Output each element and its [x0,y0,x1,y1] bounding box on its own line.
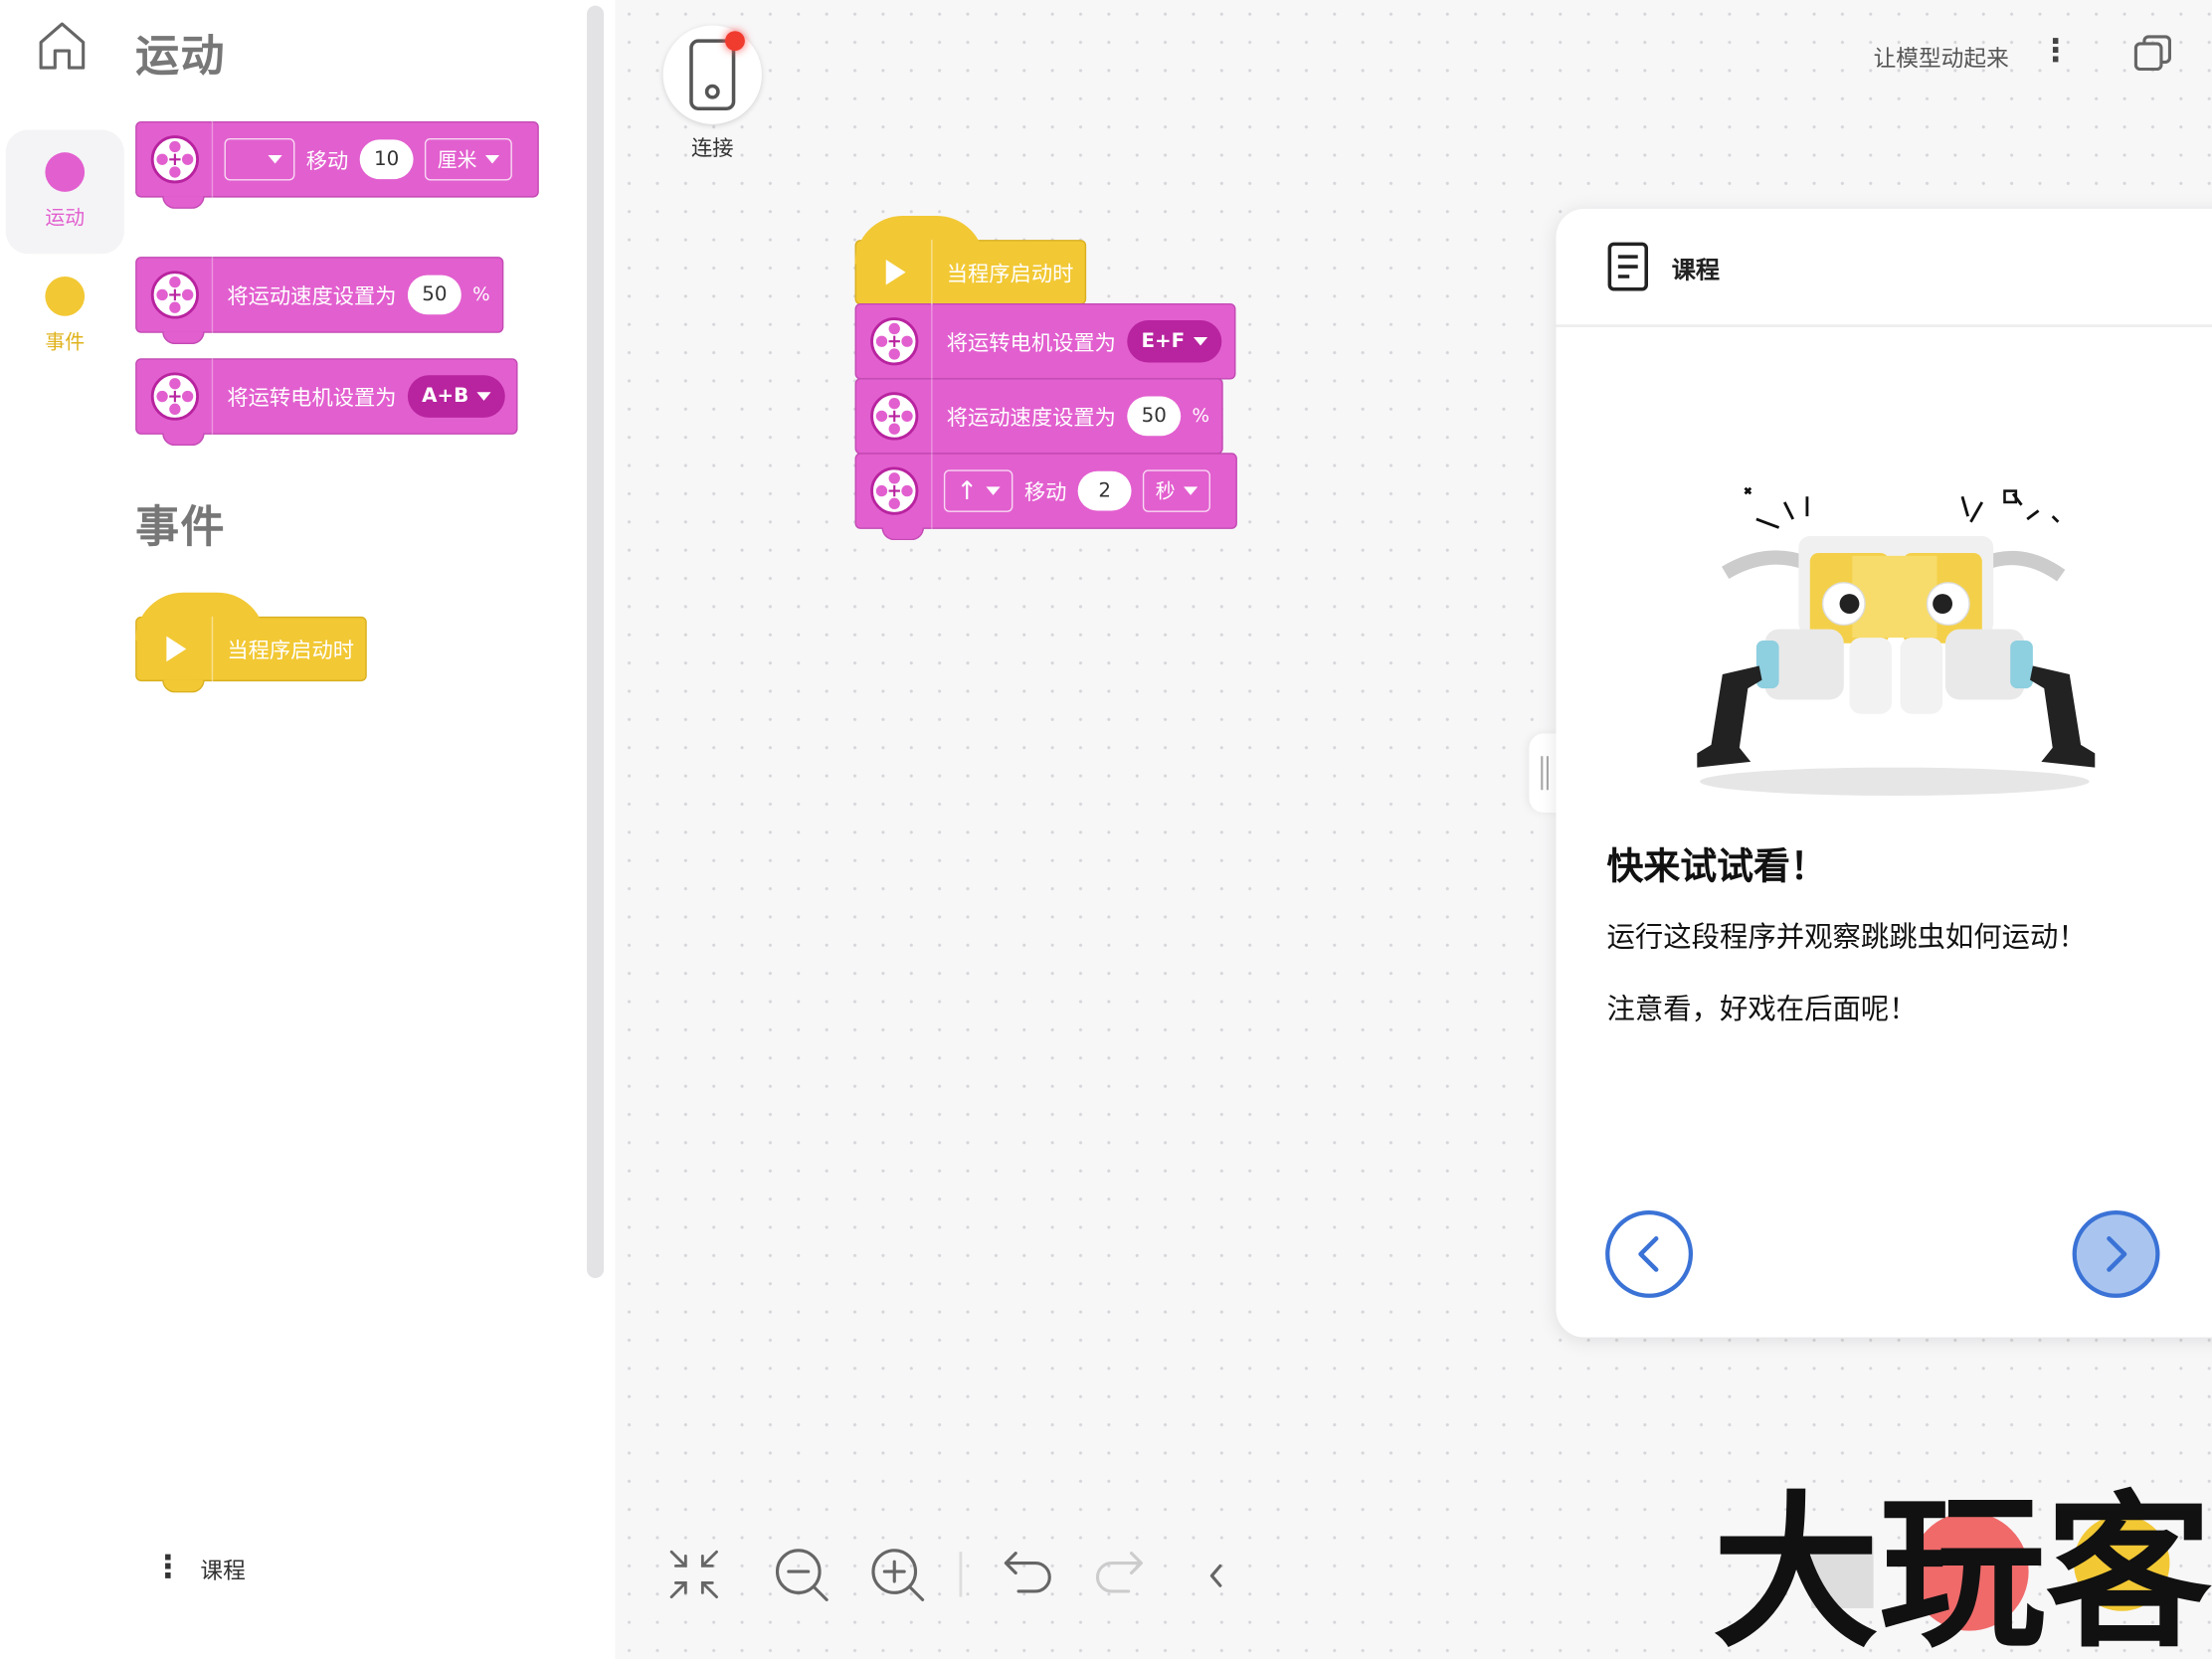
lesson-menu-button[interactable]: ⋮ 课程 [152,1552,246,1585]
home-icon [39,22,86,70]
lesson-icon [1607,242,1649,291]
palette-scrollbar[interactable] [587,5,605,1279]
chevron-right-icon [2107,1236,2127,1272]
events-color-dot [45,276,86,316]
program-percent-label: % [1192,405,1210,428]
watermark-text: 大玩客 [1713,1481,2212,1659]
more-vertical-icon: ⋮ [152,1550,184,1586]
motor-icon [869,466,918,515]
events-section-title: 事件 [135,501,226,554]
fit-screen-button[interactable] [663,1544,725,1605]
zoom-in-icon [871,1549,925,1601]
category-motion[interactable]: 运动 [5,129,124,255]
program-unit-value: 秒 [1155,480,1176,504]
motor-icon [150,372,199,421]
undo-icon [1004,1552,1051,1593]
collapse-toolbar-button[interactable] [1185,1544,1246,1605]
lesson-text-line1: 运行这段程序并观察跳跳虫如何运动！ [1606,919,2087,954]
lesson-link-label: 课程 [200,1557,246,1584]
motor-icon [150,271,199,319]
zoom-in-button[interactable] [866,1544,928,1605]
window-icon [2133,35,2172,72]
program-duration-input[interactable]: 2 [1077,470,1132,511]
lesson-panel: 课程 快来试试看！ 运行这段程序并观察跳跳虫如何运动！ 注意看，好戏在后面呢！ [1556,208,2212,1338]
motion-section-title: 运动 [135,31,226,83]
chevron-down-icon [268,155,282,164]
chevron-down-icon [1184,486,1198,495]
category-motion-label: 运动 [45,207,86,231]
move-label: 移动 [305,147,349,173]
program-move-label: 移动 [1023,478,1067,505]
toolbar-divider [959,1552,963,1597]
disconnected-indicator [725,31,745,52]
hopper-robot-image [1697,486,2096,796]
program-set-motors-label: 将运转电机设置为 [946,329,1116,355]
palette-set-speed-block[interactable]: 将运动速度设置为 50 % [135,257,504,345]
category-events[interactable]: 事件 [6,254,124,378]
collapse-icon [1209,1564,1222,1587]
arrow-up-icon: ↑ [956,475,979,506]
play-icon [165,636,186,662]
lesson-text-line2: 注意看，好戏在后面呢！ [1606,992,1918,1026]
watermark-logo: 大玩客 [1713,1481,2212,1659]
program-set-speed-block[interactable]: 将运动速度设置为 50 % [854,378,1223,455]
program-move-block[interactable]: ↑ 移动 2 秒 [854,453,1237,541]
category-events-label: 事件 [45,331,86,355]
chevron-down-icon [986,486,1001,495]
program-unit-dropdown[interactable]: 秒 [1143,469,1211,512]
zoom-out-button[interactable] [770,1544,831,1605]
set-motors-label: 将运转电机设置为 [227,384,397,411]
category-nav: 运动 事件 [5,129,124,378]
speed-input[interactable]: 50 [407,275,461,315]
motor-icon [869,392,918,441]
lesson-next-button[interactable] [2072,1209,2160,1298]
drag-grip-icon [1541,756,1550,791]
block-palette: 运动 运动 事件 移动 10 厘米 将运动速度设置为 50 % 将运转电机设置为… [0,0,616,1659]
fit-screen-icon [669,1550,718,1599]
palette-set-motors-block[interactable]: 将运转电机设置为 A+B [135,358,518,447]
more-icon[interactable]: ⋮ [2040,34,2071,74]
motor-port-value: A+B [422,385,469,408]
chevron-down-icon [484,155,500,164]
set-speed-label: 将运动速度设置为 [227,282,397,308]
connect-label: 连接 [690,135,734,161]
motor-port-dropdown[interactable]: A+B [407,375,506,418]
lesson-prev-button[interactable] [1605,1209,1694,1298]
program-direction-dropdown[interactable]: ↑ [943,469,1014,512]
percent-label: % [472,283,490,306]
unit-value: 厘米 [437,149,477,173]
palette-move-block[interactable]: 移动 10 厘米 [135,120,539,209]
window-toggle-button[interactable] [2130,31,2175,76]
motion-color-dot [45,152,86,192]
motor-icon [150,135,199,184]
motor-icon [869,317,918,366]
project-title: 让模型动起来 [1873,45,2009,73]
chevron-down-icon [1193,336,1207,346]
program-when-start-block[interactable]: 当程序启动时 [854,216,1087,305]
lesson-panel-title: 课程 [1671,256,1720,284]
lesson-heading: 快来试试看！ [1606,846,1827,889]
home-button[interactable] [34,17,91,74]
redo-button[interactable] [1089,1544,1151,1605]
distance-input[interactable]: 10 [359,139,414,180]
program-when-start-label: 当程序启动时 [946,260,1074,286]
program-set-speed-label: 将运动速度设置为 [946,404,1116,430]
redo-icon [1096,1552,1144,1593]
chevron-down-icon [476,392,491,401]
chevron-left-icon [1638,1236,1659,1272]
direction-dropdown[interactable] [224,138,295,181]
program-set-motors-block[interactable]: 将运转电机设置为 E+F [854,302,1236,380]
palette-when-start-block[interactable]: 当程序启动时 [135,592,367,693]
program-motor-port-dropdown[interactable]: E+F [1127,319,1222,363]
zoom-out-icon [775,1549,829,1601]
program-speed-input[interactable]: 50 [1127,396,1182,437]
lesson-panel-header: 课程 [1556,209,2212,328]
play-icon [885,259,905,285]
program-motor-port-value: E+F [1141,329,1186,353]
unit-dropdown[interactable]: 厘米 [424,138,512,181]
programming-canvas[interactable]: 连接 让模型动起来 ⋮ 当程序启动时 将运转电机设置为 E+F 将运动速度设置为… [615,0,2212,1659]
when-start-label: 当程序启动时 [227,637,355,662]
connect-button[interactable]: 连接 [662,25,762,163]
undo-button[interactable] [996,1544,1057,1605]
